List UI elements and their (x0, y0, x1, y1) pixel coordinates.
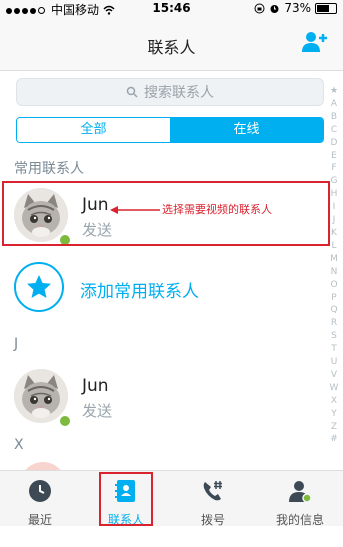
index-letter[interactable]: U (328, 356, 340, 369)
battery-icon (315, 2, 337, 14)
status-bar: 中国移动 15:46 73% (0, 0, 343, 18)
profile-icon (289, 481, 312, 503)
contact-row[interactable]: Jun 发送 (0, 364, 330, 434)
index-letter[interactable]: A (328, 98, 340, 111)
index-letter[interactable]: Z (328, 421, 340, 434)
index-letter[interactable]: Q (328, 304, 340, 317)
tab-online[interactable]: 在线 (170, 118, 323, 142)
section-header-favorites: 常用联系人 (14, 161, 84, 177)
tab-bar: 最近 联系人 拨号 我的信息 (0, 470, 343, 527)
index-letter[interactable]: F (328, 162, 340, 175)
add-favorite-button[interactable]: 添加常用联系人 (14, 262, 314, 318)
index-letter[interactable]: P (328, 292, 340, 305)
search-input[interactable]: 搜索联系人 (16, 78, 324, 106)
online-status-dot (58, 414, 72, 428)
index-letter[interactable]: V (328, 369, 340, 382)
filter-segment: 全部 在线 (16, 117, 324, 143)
index-letter[interactable]: I (328, 201, 340, 214)
bottom-strip (0, 526, 343, 547)
clock-icon (29, 480, 51, 502)
battery-percent: 73% (284, 1, 311, 15)
rotation-lock-icon (254, 3, 265, 13)
annotation-text: 选择需要视频的联系人 (162, 203, 272, 216)
star-icon (27, 275, 51, 298)
index-letter[interactable]: B (328, 111, 340, 124)
nav-bar: 联系人 (0, 18, 343, 71)
tab-highlight-box (99, 472, 153, 526)
index-letter[interactable]: N (328, 266, 340, 279)
index-letter[interactable]: X (328, 395, 340, 408)
alarm-icon (270, 4, 279, 13)
add-favorite-circle (14, 262, 64, 312)
index-letter[interactable]: M (328, 253, 340, 266)
index-letter[interactable]: S (328, 330, 340, 343)
contact-status: 发送 (82, 402, 113, 420)
index-letter[interactable]: J (328, 214, 340, 227)
battery-fill (317, 4, 329, 12)
index-letter[interactable]: ★ (328, 85, 340, 98)
index-letter[interactable]: O (328, 279, 340, 292)
index-letter[interactable]: T (328, 343, 340, 356)
tab-recent[interactable]: 最近 (5, 471, 75, 527)
index-letter[interactable]: H (328, 188, 340, 201)
section-header-x: X (14, 437, 24, 453)
tab-profile[interactable]: 我的信息 (265, 471, 335, 527)
index-letter[interactable]: R (328, 317, 340, 330)
section-header-j: J (14, 336, 19, 352)
index-letter[interactable]: G (328, 175, 340, 188)
tab-all[interactable]: 全部 (17, 118, 170, 142)
index-letter[interactable]: K (328, 227, 340, 240)
search-icon (126, 86, 138, 98)
add-contact-icon[interactable] (301, 30, 329, 54)
alphabet-index[interactable]: ★ A B C D E F G H I J K L M N O P Q R S T U V W X Y Z # (328, 85, 340, 446)
annotation-arrow-icon (110, 206, 160, 214)
index-letter[interactable]: E (328, 150, 340, 163)
index-letter[interactable]: C (328, 124, 340, 137)
index-letter[interactable]: Y (328, 408, 340, 421)
index-letter[interactable]: L (328, 240, 340, 253)
dialpad-icon (203, 481, 222, 501)
index-letter[interactable]: # (328, 433, 340, 446)
tab-dialpad[interactable]: 拨号 (178, 471, 248, 527)
index-letter[interactable]: W (328, 382, 340, 395)
search-placeholder: 搜索联系人 (144, 85, 214, 101)
page-title: 联系人 (147, 38, 196, 57)
contact-name: Jun (82, 376, 109, 396)
add-favorite-label: 添加常用联系人 (80, 282, 199, 302)
index-letter[interactable]: D (328, 137, 340, 150)
